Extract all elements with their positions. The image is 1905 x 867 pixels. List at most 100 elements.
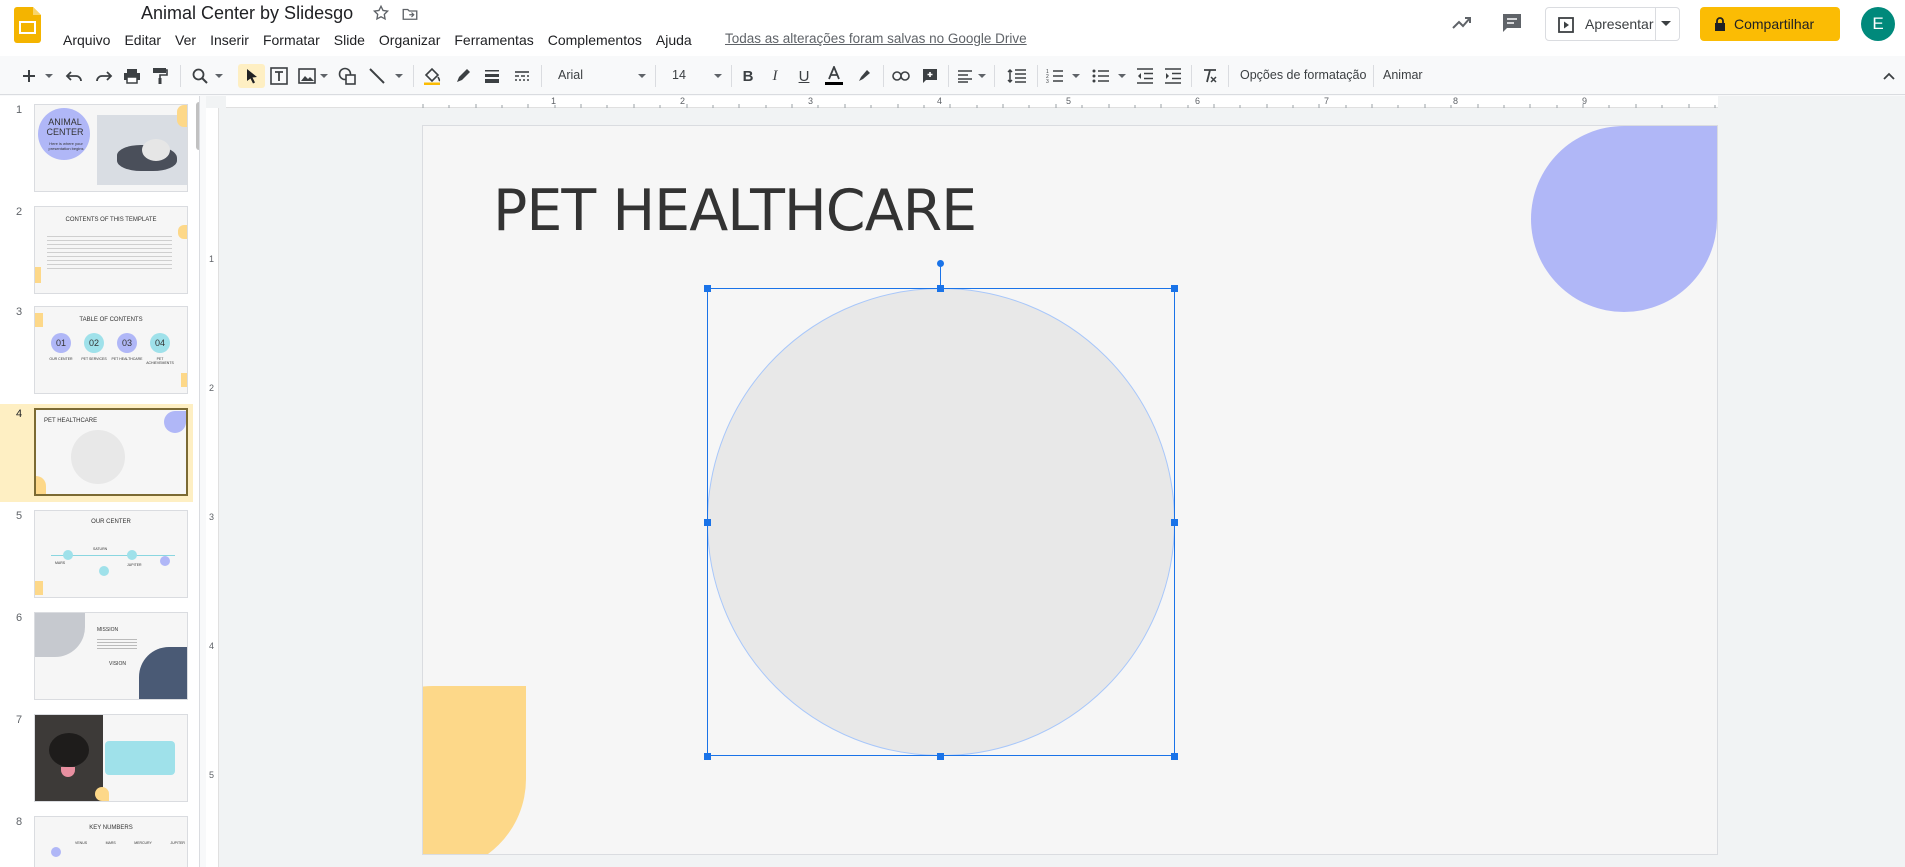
select-cursor-icon[interactable] [242, 65, 262, 87]
new-slide-dropdown-icon[interactable] [44, 65, 54, 87]
shape-icon[interactable] [337, 65, 357, 87]
slide-thumbnail-7[interactable] [34, 714, 188, 802]
border-dash-icon[interactable] [512, 65, 532, 87]
resize-handle-s[interactable] [937, 753, 944, 760]
align-dropdown-icon[interactable] [977, 65, 987, 87]
activity-trend-icon[interactable] [1450, 11, 1474, 35]
zoom-icon[interactable] [190, 65, 210, 87]
yellow-decorative-blob[interactable] [423, 686, 526, 854]
insert-comment-icon[interactable] [920, 65, 940, 87]
document-title[interactable]: Animal Center by Slidesgo [141, 3, 353, 24]
rotation-handle[interactable] [937, 260, 944, 267]
line-dropdown-icon[interactable] [394, 65, 404, 87]
bulleted-list-dropdown-icon[interactable] [1117, 65, 1127, 87]
image-dropdown-icon[interactable] [319, 65, 329, 87]
star-icon[interactable] [372, 4, 390, 22]
slide-thumbnail-5[interactable]: OUR CENTER MARS SATURN JUPITER [34, 510, 188, 598]
animate-button[interactable]: Animar [1383, 68, 1423, 82]
text-box-icon[interactable] [269, 65, 289, 87]
saved-status-link[interactable]: Todas as alterações foram salvas no Goog… [725, 31, 1027, 46]
menu-ver[interactable]: Ver [168, 30, 203, 50]
menu-slide[interactable]: Slide [327, 30, 372, 50]
present-dropdown-icon[interactable] [1661, 21, 1671, 26]
numbered-list-dropdown-icon[interactable] [1071, 65, 1081, 87]
dog-head-shape [142, 139, 170, 161]
toolbar-divider [883, 65, 884, 87]
resize-handle-nw[interactable] [704, 285, 711, 292]
numbered-list-icon[interactable]: 123 [1045, 65, 1065, 87]
zoom-dropdown-icon[interactable] [214, 65, 224, 87]
line-spacing-icon[interactable] [1006, 65, 1028, 87]
menu-ferramentas[interactable]: Ferramentas [447, 30, 540, 50]
selection-box [707, 288, 1175, 756]
move-to-folder-icon[interactable] [401, 5, 419, 23]
slide-thumbnail-1[interactable]: ANIMAL CENTER Here is where your present… [34, 104, 188, 192]
bulleted-list-icon[interactable] [1091, 65, 1111, 87]
key-number-header: MERCURY [134, 841, 152, 845]
resize-handle-e[interactable] [1171, 519, 1178, 526]
underline-icon[interactable]: U [794, 65, 814, 87]
svg-text:3: 3 [1046, 79, 1049, 84]
align-icon[interactable] [955, 65, 975, 87]
horizontal-ruler[interactable]: 1 2 3 4 5 6 7 8 9 [226, 96, 1718, 108]
collapse-toolbar-icon[interactable] [1880, 65, 1898, 87]
new-slide-icon[interactable] [20, 65, 38, 87]
vertical-ruler[interactable]: 1 2 3 4 5 [206, 108, 219, 867]
slide-thumbnail-6[interactable]: MISSION VISION [34, 612, 188, 700]
slide-thumbnail-2[interactable]: CONTENTS OF THIS TEMPLATE [34, 206, 188, 294]
resize-handle-se[interactable] [1171, 753, 1178, 760]
toc-label: PET ACHIEVEMENTS [146, 357, 174, 365]
user-avatar[interactable]: E [1861, 7, 1895, 41]
current-slide[interactable]: PET HEALTHCARE [423, 126, 1717, 854]
slide-thumbnail-4[interactable]: PET HEALTHCARE [34, 408, 188, 496]
resize-handle-w[interactable] [704, 519, 711, 526]
border-weight-icon[interactable] [482, 65, 502, 87]
slide-thumbnail-8[interactable]: KEY NUMBERS VENUS MARS MERCURY JUPITER [34, 816, 188, 867]
comments-icon[interactable] [1500, 11, 1524, 35]
filmstrip-scrollbar[interactable] [196, 102, 199, 150]
border-color-icon[interactable] [453, 65, 473, 87]
menu-ajuda[interactable]: Ajuda [649, 30, 699, 50]
menu-complementos[interactable]: Complementos [541, 30, 649, 50]
highlight-color-icon[interactable] [854, 65, 874, 87]
clear-formatting-icon[interactable] [1200, 65, 1220, 87]
paint-format-icon[interactable] [150, 65, 170, 87]
resize-handle-n[interactable] [937, 285, 944, 292]
slide-title[interactable]: PET HEALTHCARE [493, 178, 977, 244]
slide-thumbnail-3[interactable]: TABLE OF CONTENTS 01 02 03 04 OUR CENTER… [34, 306, 188, 394]
font-family-select[interactable]: Arial [558, 68, 583, 82]
menu-organizar[interactable]: Organizar [372, 30, 447, 50]
lock-icon [1715, 17, 1725, 31]
pet-photo-2 [139, 647, 187, 699]
share-button[interactable]: Compartilhar [1700, 7, 1840, 41]
redo-icon[interactable] [94, 65, 114, 87]
font-dropdown-icon[interactable] [637, 65, 647, 87]
undo-icon[interactable] [64, 65, 84, 87]
font-size-select[interactable]: 14 [672, 68, 686, 82]
menu-arquivo[interactable]: Arquivo [56, 30, 117, 50]
increase-indent-icon[interactable] [1163, 65, 1183, 87]
insert-link-icon[interactable] [891, 65, 911, 87]
timeline-dot [127, 550, 137, 560]
ruler-label: 5 [209, 770, 215, 780]
purple-decorative-blob[interactable] [1531, 126, 1717, 312]
menu-inserir[interactable]: Inserir [203, 30, 256, 50]
font-size-dropdown-icon[interactable] [713, 65, 723, 87]
insert-image-icon[interactable] [297, 65, 317, 87]
print-icon[interactable] [122, 65, 142, 87]
ruler-ticks [422, 104, 1716, 108]
format-options-button[interactable]: Opções de formatação [1240, 68, 1366, 82]
text-color-icon[interactable] [823, 65, 845, 87]
fill-color-icon[interactable] [421, 65, 443, 87]
decrease-indent-icon[interactable] [1135, 65, 1155, 87]
slides-logo-icon[interactable] [14, 7, 41, 43]
bold-icon[interactable]: B [738, 65, 758, 87]
line-icon[interactable] [367, 65, 387, 87]
resize-handle-ne[interactable] [1171, 285, 1178, 292]
slide-5-title: OUR CENTER [91, 519, 131, 525]
menu-editar[interactable]: Editar [117, 30, 168, 50]
present-button[interactable]: Apresentar [1545, 7, 1680, 41]
italic-icon[interactable]: I [765, 65, 785, 87]
menu-formatar[interactable]: Formatar [256, 30, 327, 50]
resize-handle-sw[interactable] [704, 753, 711, 760]
